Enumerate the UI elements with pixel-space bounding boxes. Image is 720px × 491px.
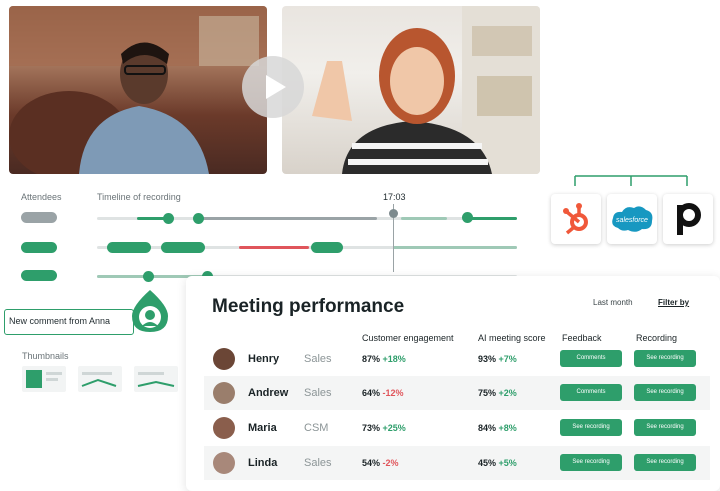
salesforce-icon[interactable]: salesforce: [607, 194, 657, 244]
engagement-value: 73% +25%: [362, 423, 406, 433]
avatar: [213, 452, 235, 474]
user-dept: Sales: [304, 353, 332, 365]
attendee-pill[interactable]: [21, 270, 57, 281]
ai-score-value: 45% +5%: [478, 458, 517, 468]
thumbnail[interactable]: [134, 366, 178, 392]
table-row: Andrew Sales 64% -12% 75% +2% Comments S…: [204, 376, 710, 410]
see-recording-button[interactable]: See recording: [634, 419, 696, 436]
video-tile-left[interactable]: [9, 6, 267, 174]
svg-text:salesforce: salesforce: [616, 217, 648, 224]
comments-button[interactable]: Comments: [560, 350, 622, 367]
attendee-pill[interactable]: [21, 212, 57, 223]
card-title: Meeting performance: [212, 296, 405, 317]
integrations-group: salesforce: [551, 170, 719, 250]
thumbnail[interactable]: [78, 366, 122, 392]
connector-lines: [574, 175, 688, 186]
user-name: Linda: [248, 457, 278, 469]
see-recording-button[interactable]: See recording: [634, 350, 696, 367]
timeline-marker[interactable]: [193, 213, 204, 224]
table-row: Linda Sales 54% -2% 45% +5% See recordin…: [204, 446, 710, 480]
see-recording-button[interactable]: See recording: [560, 454, 622, 471]
play-button[interactable]: [242, 56, 304, 118]
speech-segment: [161, 242, 205, 253]
thumbnail[interactable]: [22, 366, 66, 392]
timeline-segment-negative: [239, 246, 309, 249]
speech-segment: [311, 242, 343, 253]
timeline-label: Timeline of recording: [97, 192, 181, 202]
period-selector[interactable]: Last month: [593, 298, 633, 307]
timeline-marker[interactable]: [143, 271, 154, 282]
participant-video-image: [312, 6, 540, 174]
attendee-pill[interactable]: [21, 242, 57, 253]
current-time: 17:03: [383, 192, 406, 202]
comment-avatar-pin-icon[interactable]: [128, 288, 172, 334]
engagement-value: 87% +18%: [362, 354, 406, 364]
ai-score-value: 93% +7%: [478, 354, 517, 364]
ai-score-value: 75% +2%: [478, 388, 517, 398]
participant-video-image: [9, 6, 267, 174]
pipedrive-icon[interactable]: [663, 194, 713, 244]
ai-score-value: 84% +8%: [478, 423, 517, 433]
avatar: [213, 417, 235, 439]
avatar: [213, 348, 235, 370]
comments-button[interactable]: Comments: [560, 384, 622, 401]
speech-segment: [107, 242, 151, 253]
avatar: [213, 382, 235, 404]
playhead-handle[interactable]: [389, 209, 398, 218]
user-name: Maria: [248, 422, 277, 434]
timeline-segment: [197, 217, 377, 220]
user-dept: CSM: [304, 422, 329, 434]
engagement-value: 64% -12%: [362, 388, 404, 398]
see-recording-button[interactable]: See recording: [634, 454, 696, 471]
attendees-label: Attendees: [21, 192, 62, 202]
user-name: Henry: [248, 353, 280, 365]
timeline-marker[interactable]: [163, 213, 174, 224]
engagement-value: 54% -2%: [362, 458, 399, 468]
timeline-segment: [401, 217, 447, 220]
meeting-performance-card: Meeting performance Last month Filter by…: [186, 276, 720, 491]
thumbnails-label: Thumbnails: [22, 351, 69, 361]
user-dept: Sales: [304, 457, 332, 469]
see-recording-button[interactable]: See recording: [560, 419, 622, 436]
filter-by-link[interactable]: Filter by: [658, 298, 689, 307]
table-row: Maria CSM 73% +25% 84% +8% See recording…: [204, 411, 710, 445]
user-dept: Sales: [304, 387, 332, 399]
video-tile-right[interactable]: [282, 6, 540, 174]
play-icon: [265, 75, 286, 99]
comment-notification[interactable]: New comment from Anna: [4, 309, 134, 335]
user-name: Andrew: [248, 387, 289, 399]
timeline-segment: [393, 246, 517, 249]
see-recording-button[interactable]: See recording: [634, 384, 696, 401]
table-row: Henry Sales 87% +18% 93% +7% Comments Se…: [204, 342, 710, 376]
timeline-segment: [469, 217, 517, 220]
hubspot-icon[interactable]: [551, 194, 601, 244]
